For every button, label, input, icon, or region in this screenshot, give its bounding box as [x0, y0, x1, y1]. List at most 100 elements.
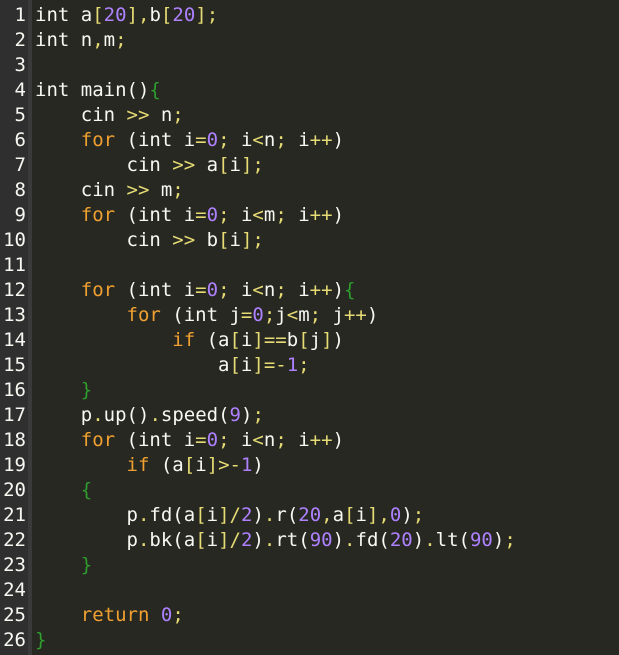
- code-line[interactable]: 8 cin >> m;: [0, 178, 619, 203]
- code-line[interactable]: 13 for (int j=0;j<m; j++): [0, 303, 619, 328]
- code-token: [: [195, 529, 207, 551]
- line-code[interactable]: cin >> a[i];: [35, 153, 264, 178]
- code-token: ;: [172, 179, 184, 201]
- code-line[interactable]: 16 }: [0, 378, 619, 403]
- line-number: 7: [14, 154, 26, 176]
- code-token: m: [298, 304, 310, 326]
- code-token: ): [412, 529, 425, 551]
- line-code[interactable]: int n,m;: [35, 28, 127, 53]
- code-editor[interactable]: 1 int a[20],b[20]; 2 int n,m; 3 4 int main(){5…: [0, 0, 619, 655]
- code-token: i: [298, 129, 310, 151]
- code-token: .: [137, 529, 150, 551]
- line-code[interactable]: p.up().speed(9);: [35, 403, 264, 428]
- code-line[interactable]: 9 for (int i=0; i<m; i++): [0, 203, 619, 228]
- code-line[interactable]: 11: [0, 253, 619, 278]
- line-code[interactable]: for (int i=0; i<n; i++){: [35, 278, 356, 303]
- code-line[interactable]: 26}: [0, 628, 619, 653]
- line-code[interactable]: for (int i=0; i<m; i++): [35, 203, 344, 228]
- line-code[interactable]: }: [35, 628, 46, 653]
- code-line[interactable]: 15 a[i]=-1;: [0, 353, 619, 378]
- line-code[interactable]: for (int i=0; i<n; i++): [35, 128, 344, 153]
- code-line[interactable]: 25 return 0;: [0, 603, 619, 628]
- code-token: ): [252, 504, 264, 526]
- code-token: [: [344, 504, 356, 526]
- code-token: 20: [172, 4, 196, 26]
- code-token: ;: [252, 229, 264, 251]
- code-token: [: [298, 329, 310, 351]
- line-code[interactable]: for (int j=0;j<m; j++): [35, 303, 379, 328]
- line-number: 15: [3, 354, 26, 376]
- code-line[interactable]: 3: [0, 53, 619, 78]
- code-line[interactable]: 7 cin >> a[i];: [0, 153, 619, 178]
- code-token: ++: [309, 279, 333, 301]
- code-token: ]/: [218, 504, 241, 526]
- line-number: 12: [3, 279, 26, 301]
- code-token: ;: [115, 29, 127, 51]
- code-token: a: [35, 354, 230, 376]
- line-code[interactable]: return 0;: [35, 603, 184, 628]
- code-token: ;: [504, 529, 516, 551]
- code-token: {: [149, 79, 161, 101]
- code-token: ]=-: [252, 354, 287, 376]
- line-code[interactable]: for (int i=0; i<n; i++): [35, 428, 344, 453]
- code-token: cin: [35, 154, 173, 176]
- code-line[interactable]: 2 int n,m;: [0, 28, 619, 53]
- code-token: (: [218, 404, 230, 426]
- code-token: ,: [138, 4, 150, 26]
- line-code[interactable]: if (a[i]>-1): [35, 453, 264, 478]
- code-token: ;: [172, 604, 184, 626]
- line-code[interactable]: p.fd(a[i]/2).r(20,a[i],0);: [35, 503, 425, 528]
- line-code[interactable]: int main(){: [35, 78, 161, 103]
- code-lines[interactable]: 1 int a[20],b[20]; 2 int n,m; 3 4 int main(){5…: [0, 3, 619, 653]
- line-code[interactable]: }: [35, 378, 92, 403]
- code-line[interactable]: 22 p.bk(a[i]/2).rt(90).fd(20).lt(90);: [0, 528, 619, 553]
- line-number: 8: [14, 179, 26, 201]
- line-code[interactable]: a[i]=-1;: [35, 353, 310, 378]
- code-line[interactable]: 17 p.up().speed(9);: [0, 403, 619, 428]
- code-token: [: [92, 4, 104, 26]
- code-token: }: [80, 379, 93, 401]
- line-code[interactable]: p.bk(a[i]/2).rt(90).fd(20).lt(90);: [35, 528, 516, 553]
- line-code[interactable]: if (a[i]==b[j]): [35, 328, 344, 353]
- code-line[interactable]: 6 for (int i=0; i<n; i++): [0, 128, 619, 153]
- code-line[interactable]: 23 }: [0, 553, 619, 578]
- line-code[interactable]: cin >> m;: [35, 178, 184, 203]
- code-token: .: [263, 504, 276, 526]
- line-code[interactable]: {: [35, 478, 92, 503]
- line-code[interactable]: int a[20],b[20];: [35, 3, 218, 28]
- code-token: for: [126, 304, 161, 326]
- code-token: .: [92, 404, 104, 426]
- code-line[interactable]: 14 if (a[i]==b[j]): [0, 328, 619, 353]
- code-line[interactable]: 19 if (a[i]>-1): [0, 453, 619, 478]
- code-token: =: [195, 129, 207, 151]
- code-line[interactable]: 18 for (int i=0; i<n; i++): [0, 428, 619, 453]
- code-line[interactable]: 20 {: [0, 478, 619, 503]
- code-token: ): [241, 404, 253, 426]
- code-token: i: [229, 229, 241, 251]
- code-line[interactable]: 21 p.fd(a[i]/2).r(20,a[i],0);: [0, 503, 619, 528]
- line-code[interactable]: }: [35, 553, 92, 578]
- code-token: i: [206, 529, 219, 551]
- code-line[interactable]: 10 cin >> b[i];: [0, 228, 619, 253]
- line-number: 10: [3, 229, 26, 251]
- line-code[interactable]: cin >> n;: [35, 103, 184, 128]
- code-token: <: [252, 129, 264, 151]
- code-token: {: [344, 279, 356, 301]
- code-line[interactable]: 1 int a[20],b[20];: [0, 3, 619, 28]
- code-token: ]==: [252, 329, 287, 351]
- code-token: rt: [275, 529, 299, 551]
- code-token: ;: [218, 129, 241, 151]
- code-line[interactable]: 4 int main(){: [0, 78, 619, 103]
- line-code[interactable]: cin >> b[i];: [35, 228, 264, 253]
- code-token: n: [263, 279, 276, 301]
- code-token: 0: [252, 304, 264, 326]
- code-line[interactable]: 5 cin >> n;: [0, 103, 619, 128]
- code-token: b: [149, 4, 161, 26]
- code-line[interactable]: 12 for (int i=0; i<n; i++){: [0, 278, 619, 303]
- code-token: ): [252, 454, 264, 476]
- code-token: .: [263, 529, 276, 551]
- code-token: =: [195, 429, 207, 451]
- code-line[interactable]: 24: [0, 578, 619, 603]
- code-token: ;: [275, 429, 299, 451]
